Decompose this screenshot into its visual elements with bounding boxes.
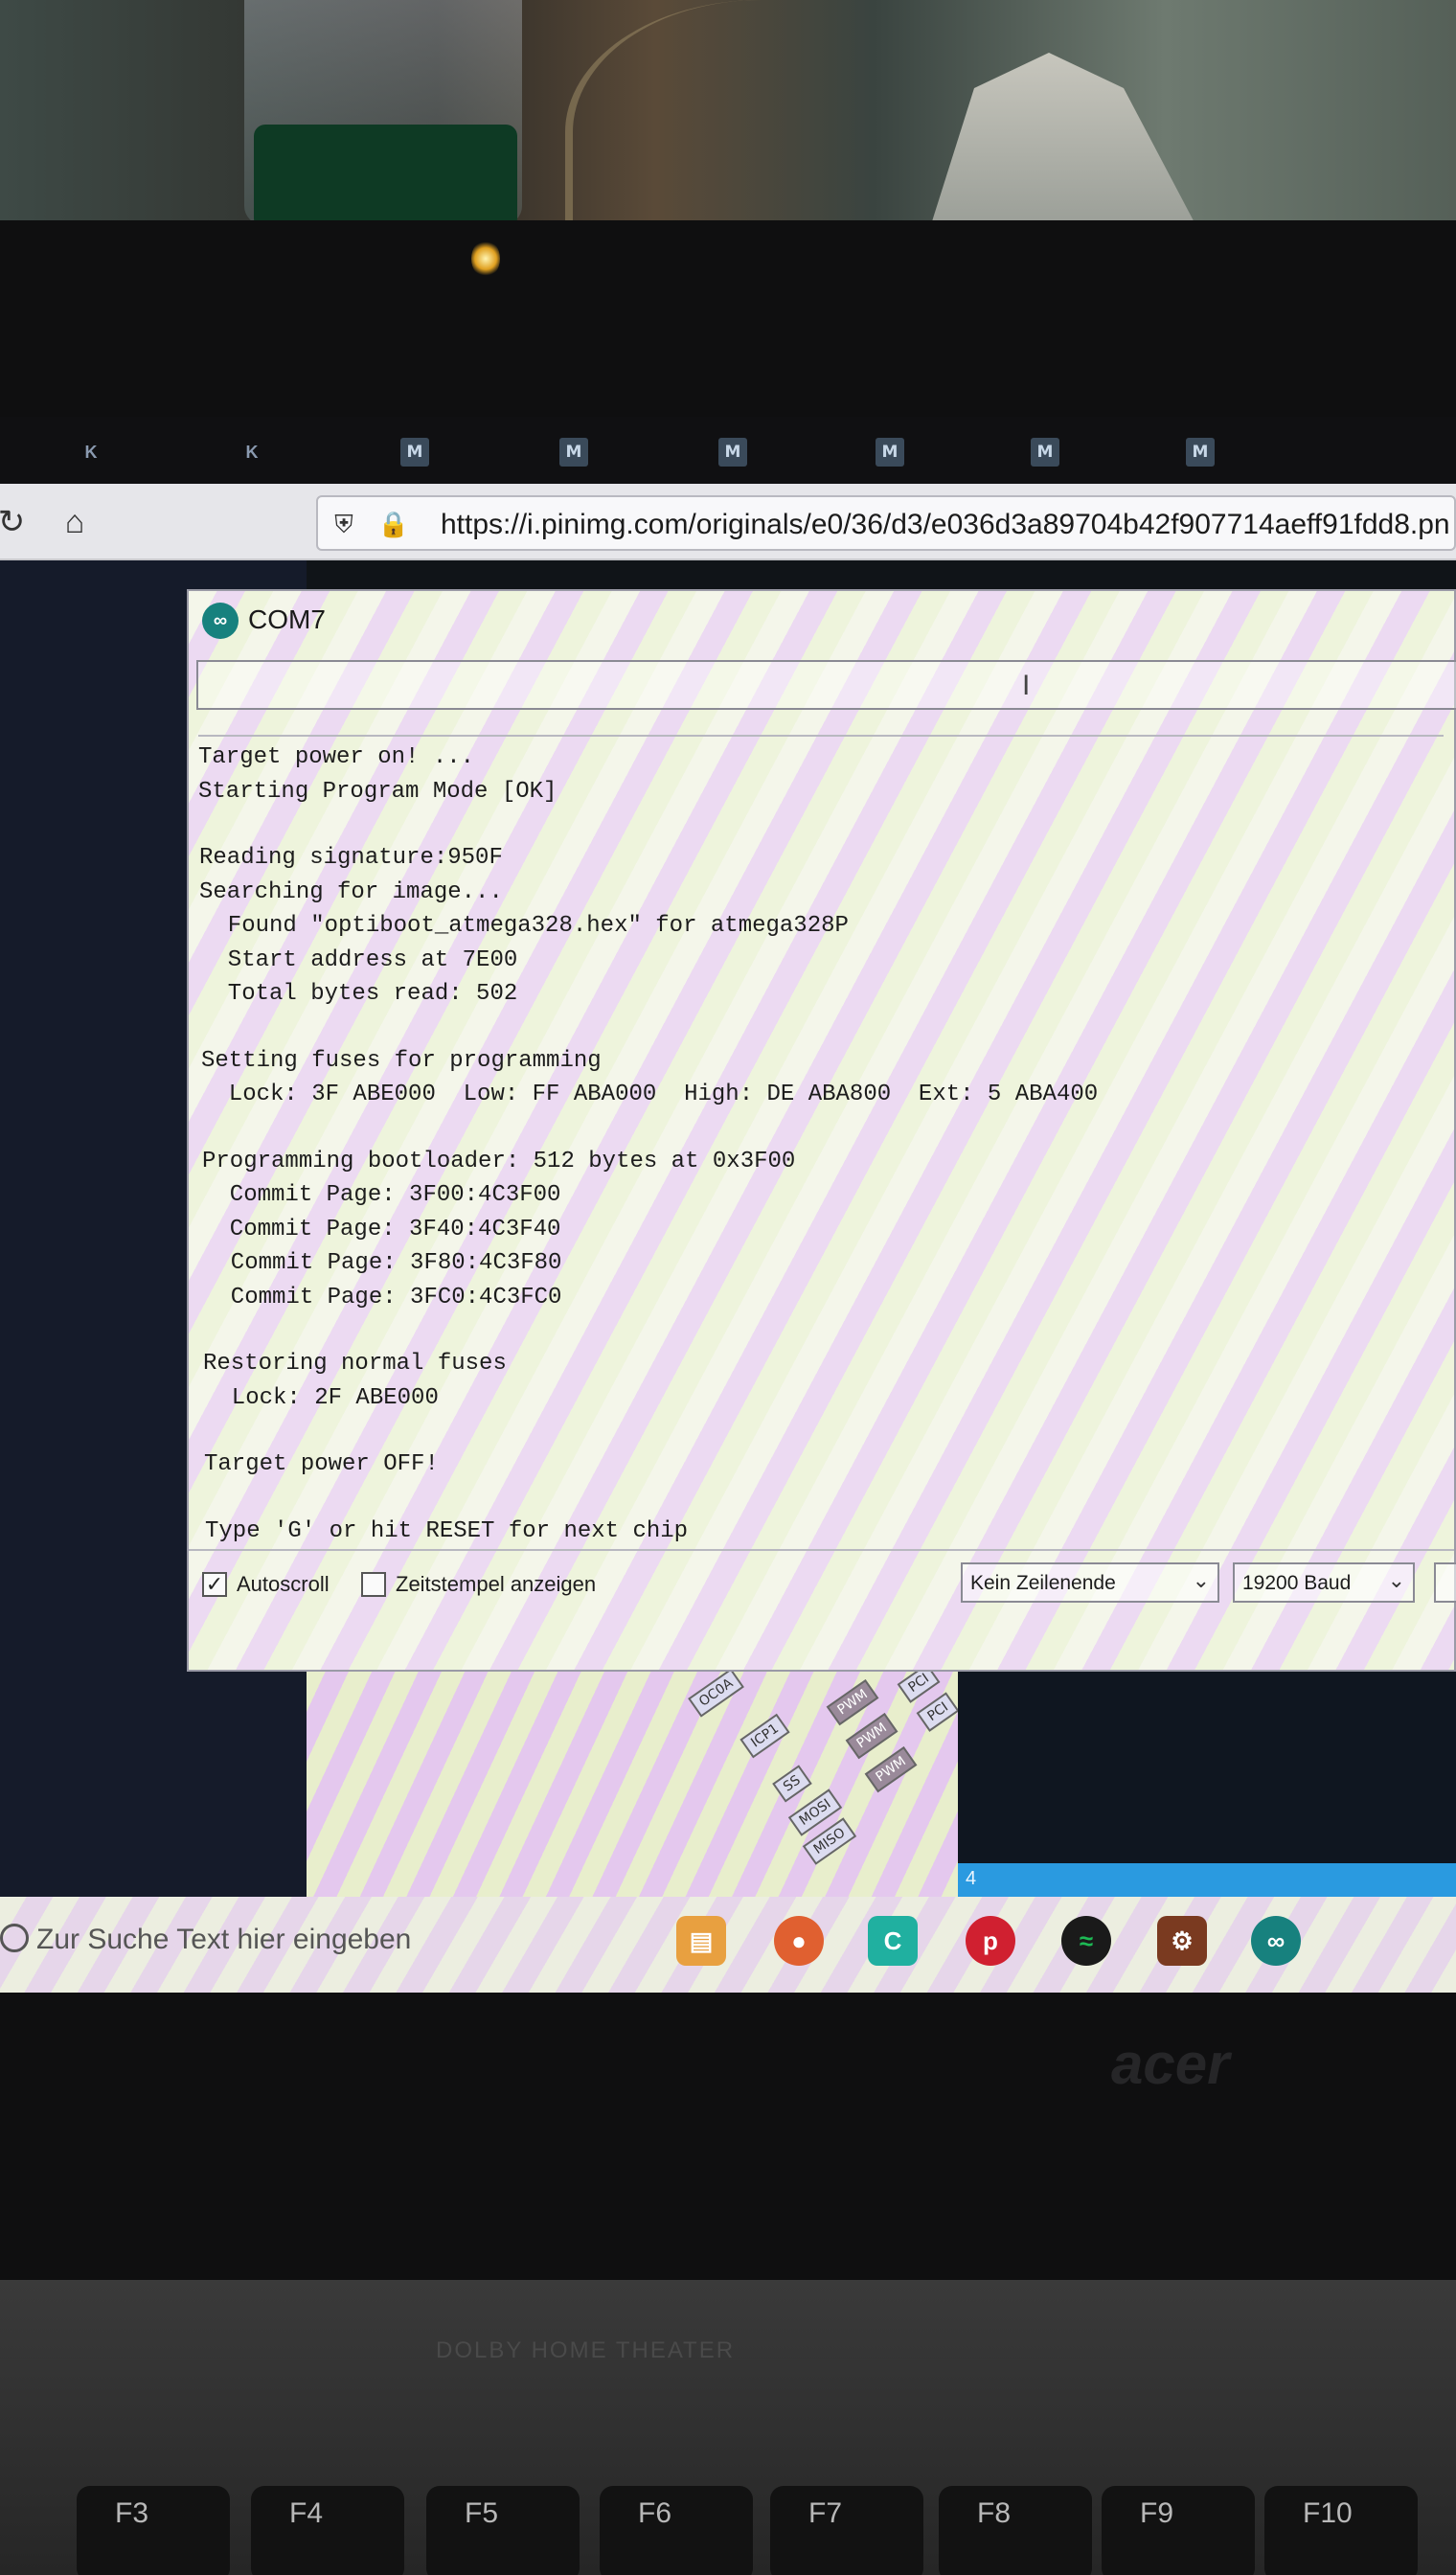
tab-favicon[interactable]: M [1031,438,1059,467]
arduino-icon: ∞ [202,603,239,639]
autoscroll-label: Autoscroll [237,1572,330,1596]
key-label: F8 [977,2497,1012,2529]
output-line: Type 'G' or hit RESET for next chip [205,1517,689,1544]
key-label: F4 [289,2497,324,2529]
function-key[interactable]: F3 [77,2486,230,2575]
output-line: Commit Page: 3FC0:4C3FC0 [203,1284,562,1310]
output-line: Commit Page: 3F80:4C3F80 [203,1250,562,1276]
lock-icon[interactable]: 🔒 [377,508,410,540]
settings-app-icon[interactable]: ⚙ [1157,1916,1207,1966]
key-label: F9 [1140,2497,1174,2529]
output-line: Lock: 2F ABE000 [204,1384,439,1411]
bottle-base [254,125,517,230]
pin-label: PWM [826,1678,879,1726]
key-label: F6 [638,2497,672,2529]
tab-favicon[interactable]: K [238,438,266,467]
output-line: Starting Program Mode [OK] [198,778,557,805]
output-line: Start address at 7E00 [200,946,518,973]
pin-label: PCI [916,1692,960,1732]
output-line: Total bytes read: 502 [200,981,518,1007]
window-status-number: 4 [966,1868,977,1889]
windows-taskbar: Zur Suche Text hier eingeben ▤ ● C p ≈ ⚙… [0,1897,1456,1993]
function-key[interactable]: F5 [426,2486,580,2575]
text-cursor-icon: I [1022,670,1031,701]
autoscroll-checkbox[interactable]: ✓ [202,1572,227,1597]
output-line: Target power OFF! [204,1451,439,1477]
output-line: Found "optiboot_atmega328.hex" for atmeg… [200,913,849,939]
dolby-badge: DOLBY HOME THEATER [436,2337,736,2363]
function-key[interactable]: F8 [939,2486,1092,2575]
output-line: Commit Page: 3F00:4C3F00 [202,1182,561,1208]
pin-label: SS [772,1765,812,1803]
firefox-icon[interactable]: ● [774,1916,824,1966]
timestamp-checkbox[interactable] [361,1572,386,1597]
taskbar-search-input[interactable]: Zur Suche Text hier eingeben [36,1924,411,1956]
pinterest-icon[interactable]: p [966,1916,1015,1966]
window-titlebar[interactable]: ∞ COM7 [189,591,1454,650]
pin-label: OC0A [688,1668,745,1718]
clear-output-button[interactable] [1434,1562,1456,1603]
output-line: Commit Page: 3F40:4C3F40 [202,1216,561,1242]
pin-label: PWM [845,1712,899,1760]
pinout-image: OC0A ICP1 SS MOSI MISO PWM PWM PWM PCI P… [307,1662,960,1897]
laptop-screen: K K M M M M M M ↻ ⌂ ⛨ 🔒 https://i.pinimg… [0,417,1456,1993]
tab-favicon[interactable]: M [718,438,747,467]
arduino-icon[interactable]: ∞ [1251,1916,1301,1966]
window-title: COM7 [248,604,326,634]
pin-label: ICP1 [739,1713,790,1759]
tab-favicon[interactable]: M [1186,438,1215,467]
tab-favicon[interactable]: M [559,438,588,467]
key-label: F5 [465,2497,499,2529]
tab-favicon[interactable]: K [77,438,105,467]
function-key[interactable]: F7 [770,2486,923,2575]
function-key[interactable]: F6 [600,2486,753,2575]
spotify-icon[interactable]: ≈ [1061,1916,1111,1966]
browser-tab-strip: K K M M M M M M [0,417,1456,484]
tab-favicon[interactable]: M [400,438,429,467]
key-label: F10 [1303,2497,1353,2529]
output-line: Restoring normal fuses [203,1351,507,1377]
output-line: Target power on! ... [198,744,475,770]
chevron-down-icon: ⌄ [1387,1568,1405,1592]
search-icon[interactable] [0,1924,29,1952]
window-status-bar [958,1863,1456,1897]
function-key[interactable]: F9 [1102,2486,1255,2575]
line-ending-select[interactable]: Kein Zeilenende ⌄ [961,1562,1219,1603]
baud-rate-value: 19200 Baud [1242,1572,1352,1594]
serial-monitor-statusbar: ✓ Autoscroll Zeitstempel anzeigen Kein Z… [189,1549,1456,1616]
output-line: Lock: 3F ABE000 Low: FF ABA000 High: DE … [201,1082,1099,1107]
serial-output[interactable]: Target power on! ... Starting Program Mo… [198,735,1444,1544]
codeblocks-icon[interactable]: C [868,1916,918,1966]
function-key[interactable]: F10 [1264,2486,1418,2575]
file-explorer-icon[interactable]: ▤ [676,1916,726,1966]
pin-label: PWM [864,1745,918,1793]
output-line: Reading signature:950F [199,845,503,871]
tab-favicon[interactable]: M [876,438,904,467]
home-icon[interactable]: ⌂ [54,501,96,543]
shield-icon[interactable]: ⛨ [328,508,360,540]
webcam-light [471,239,500,278]
line-ending-value: Kein Zeilenende [970,1572,1116,1594]
key-label: F3 [115,2497,149,2529]
browser-toolbar: ↻ ⌂ ⛨ 🔒 https://i.pinimg.com/originals/e… [0,484,1456,560]
function-key[interactable]: F4 [251,2486,404,2575]
serial-monitor-window: ∞ COM7 I Target power on! ... Starting P… [187,589,1456,1672]
output-line: Programming bootloader: 512 bytes at 0x3… [202,1148,796,1174]
laptop-brand-logo: acer [1111,2032,1230,2096]
timestamp-label: Zeitstempel anzeigen [396,1572,597,1596]
address-bar[interactable]: ⛨ 🔒 https://i.pinimg.com/originals/e0/36… [316,495,1456,551]
output-line: Searching for image... [199,878,503,905]
output-line: Setting fuses for programming [201,1047,602,1074]
background-window [958,1662,1456,1897]
serial-send-input[interactable]: I [196,660,1456,710]
key-label: F7 [808,2497,843,2529]
baud-rate-select[interactable]: 19200 Baud ⌄ [1233,1562,1415,1603]
chevron-down-icon: ⌄ [1192,1568,1210,1592]
url-text[interactable]: https://i.pinimg.com/originals/e0/36/d3/… [441,509,1450,541]
reload-icon[interactable]: ↻ [0,501,33,543]
